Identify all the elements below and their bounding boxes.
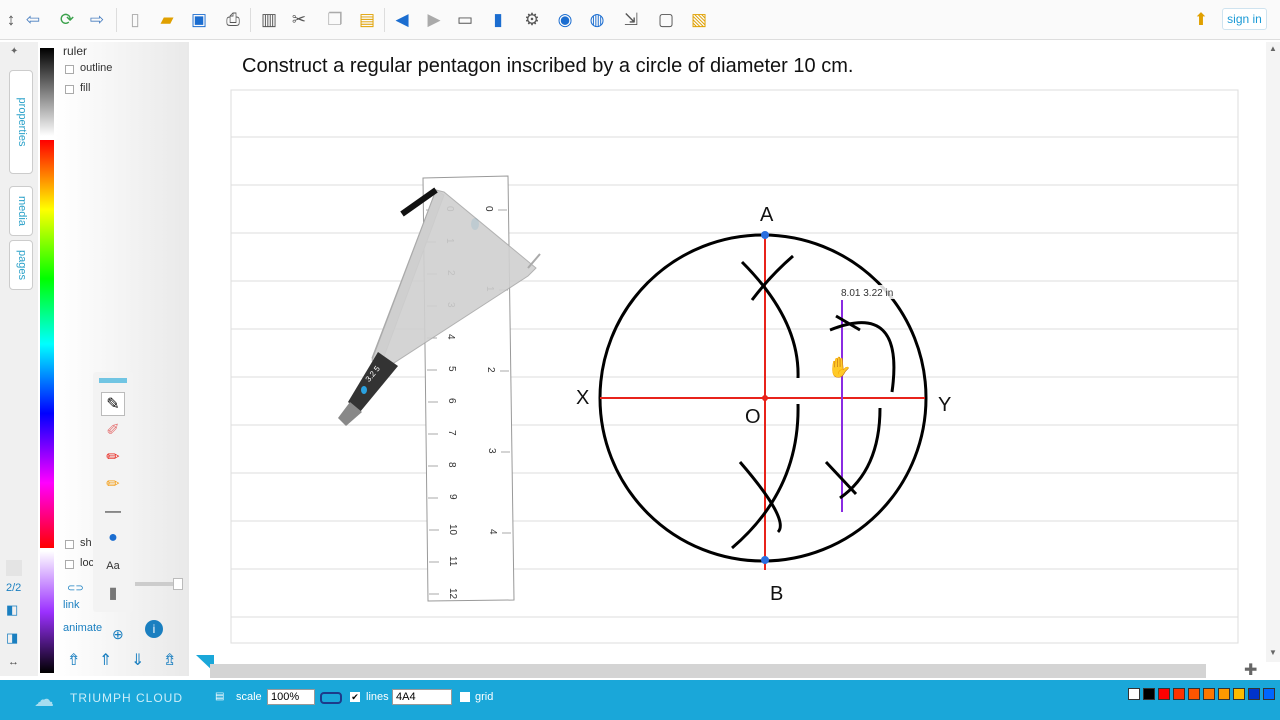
point-O xyxy=(762,395,768,401)
ruler-in-4: 4 xyxy=(487,529,498,535)
swatch-orange-red[interactable] xyxy=(1188,688,1200,700)
swatch-red-orange[interactable] xyxy=(1173,688,1185,700)
ruler-cm-5: 5 xyxy=(446,366,457,372)
cloud-logo-icon: ☁ xyxy=(34,689,54,711)
swatch-dark-blue[interactable] xyxy=(1248,688,1260,700)
ruler-cm-9: 9 xyxy=(447,494,458,500)
grid-checkbox[interactable] xyxy=(460,692,470,702)
add-page-icon[interactable]: ✚ xyxy=(1244,660,1257,680)
status-bar: ☁ TRIUMPH CLOUD ▤ scale 100% ✔ lines 4A4… xyxy=(0,680,1280,720)
hand-cursor-icon: ✋ xyxy=(827,355,852,379)
compass-arcs xyxy=(731,254,896,550)
ruler-cm-12: 12 xyxy=(447,588,458,600)
horizontal-scrollbar[interactable] xyxy=(210,664,1206,678)
swatch-blue[interactable] xyxy=(1263,688,1275,700)
swatch-orange[interactable] xyxy=(1203,688,1215,700)
shape-outline-icon[interactable] xyxy=(320,692,342,704)
ruler-in-0: 0 xyxy=(483,206,494,212)
swatch-amber[interactable] xyxy=(1218,688,1230,700)
coordinate-tooltip: 8.01 3.22 in xyxy=(841,288,893,299)
ruler-cm-4: 4 xyxy=(445,334,456,340)
point-A xyxy=(761,231,769,239)
swatch-yellow[interactable] xyxy=(1233,688,1245,700)
label-B: B xyxy=(770,583,783,605)
label-Y: Y xyxy=(938,394,951,416)
swatch-white[interactable] xyxy=(1128,688,1140,700)
label-X: X xyxy=(576,387,589,409)
point-B xyxy=(761,556,769,564)
vertical-scrollbar[interactable]: ▲ ▼ xyxy=(1266,42,1280,662)
ruler-cm-10: 10 xyxy=(447,524,458,536)
construction-drawing[interactable]: 0 1 2 3 4 5 6 7 8 9 10 11 12 0 1 2 3 4 3… xyxy=(0,0,1280,720)
scale-label: scale xyxy=(236,691,262,703)
scroll-down-icon: ▼ xyxy=(1269,648,1277,657)
ruler-cm-11: 11 xyxy=(447,556,458,567)
swatch-red[interactable] xyxy=(1158,688,1170,700)
scale-select[interactable]: 100% xyxy=(267,689,315,705)
ruler-in-2: 2 xyxy=(485,367,496,373)
ruler-cm-6: 6 xyxy=(446,398,457,404)
label-O: O xyxy=(745,406,761,428)
scroll-up-icon: ▲ xyxy=(1269,44,1277,53)
brand-name: TRIUMPH CLOUD xyxy=(70,691,184,705)
lines-checkbox[interactable]: ✔ xyxy=(350,692,360,702)
lines-label: lines xyxy=(366,691,389,703)
label-A: A xyxy=(760,204,774,226)
grid-label: grid xyxy=(475,691,494,703)
flag-icon[interactable]: ▤ xyxy=(215,691,224,702)
ruler-in-3: 3 xyxy=(486,448,497,454)
lines-select[interactable]: 4A4 xyxy=(392,689,452,705)
ruler-cm-8: 8 xyxy=(446,462,457,468)
ruler-cm-7: 7 xyxy=(446,430,457,436)
swatch-black[interactable] xyxy=(1143,688,1155,700)
